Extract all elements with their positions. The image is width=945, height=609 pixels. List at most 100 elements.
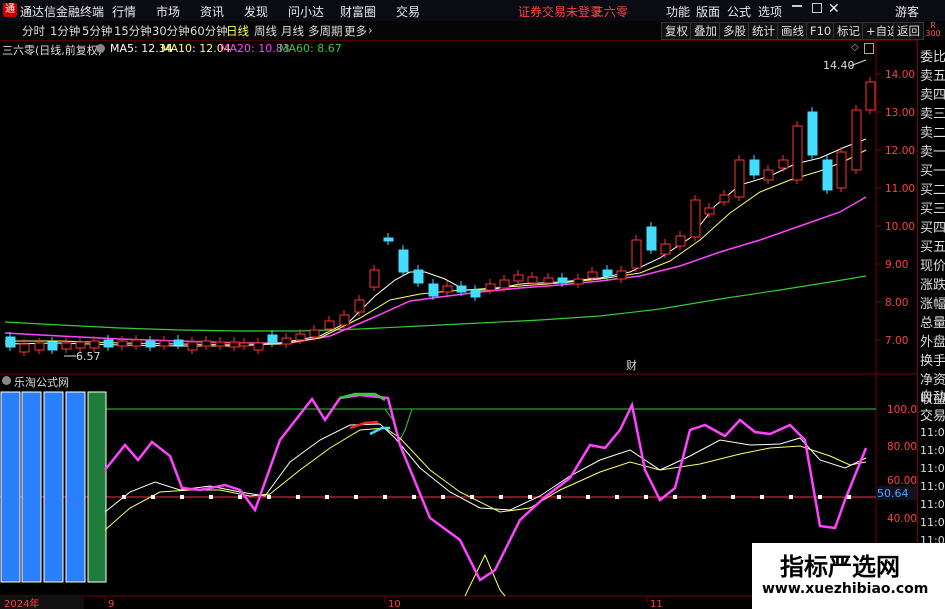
candle-body <box>173 339 184 346</box>
price-tick-label: 9.00 <box>885 259 908 271</box>
candle-body <box>145 340 156 348</box>
chart-title: 三六零(日线,前复权) <box>2 44 103 57</box>
ind-yellow-line <box>104 427 867 531</box>
candlesticks <box>5 77 876 356</box>
period-30min[interactable]: 30分钟 <box>152 23 190 39</box>
indicator-tick-label: 40.00 <box>887 513 917 525</box>
trade-time: 11:07 <box>920 498 945 511</box>
quote-item: 卖三 <box>920 107 945 122</box>
price-tick-label: 11.00 <box>885 183 915 195</box>
btn-tongji[interactable]: 统计 <box>748 22 779 40</box>
quote-item: 买二 <box>920 183 945 198</box>
minimize-icon[interactable] <box>792 5 802 7</box>
indicator-tick-label: 100.0 <box>887 404 917 416</box>
ind-current-value: 50.64 <box>877 487 909 500</box>
menu-banmian[interactable]: 版面 <box>696 3 720 20</box>
menu-hangqing[interactable]: 行情 <box>112 3 136 20</box>
menu-faxian[interactable]: 发现 <box>244 3 268 20</box>
user-guest[interactable]: 游客 <box>895 3 919 20</box>
btn-f10[interactable]: F10 <box>806 22 836 40</box>
candle-body <box>807 111 818 156</box>
trade-time: 11:07 <box>920 480 945 493</box>
menu-zixun[interactable]: 资讯 <box>200 3 224 20</box>
indicator-dot <box>122 495 126 499</box>
high-label: 14.40 <box>823 59 855 72</box>
candle-body <box>704 207 715 215</box>
indicator-dot <box>412 495 416 499</box>
btn-fuquan[interactable]: 复权 <box>661 22 692 40</box>
period-60min[interactable]: 60分钟 <box>190 23 228 39</box>
chart-canvas[interactable]: 14.00 13.00 12.00 11.00 10.00 9.00 8.00 7.00 14… <box>0 40 917 609</box>
indicator-dot <box>325 495 329 499</box>
period-day[interactable]: 日线 <box>226 23 249 39</box>
ma-toggle-icon[interactable] <box>96 44 105 53</box>
x-axis-month-11: 11 <box>650 599 663 609</box>
period-month[interactable]: 月线 <box>281 23 304 39</box>
period-5min[interactable]: 5分钟 <box>82 23 112 39</box>
btn-fanhui[interactable]: 返回 <box>893 22 924 40</box>
menu-gongshi[interactable]: 公式 <box>727 3 751 20</box>
price-tick-label: 12.00 <box>885 145 915 157</box>
menu-shichang[interactable]: 市场 <box>156 3 180 20</box>
menu-gongneng[interactable]: 功能 <box>666 3 690 20</box>
menu-caifuquan[interactable]: 财富圈 <box>340 3 376 20</box>
indicator-dot <box>441 495 445 499</box>
price-axis: 14.00 13.00 12.00 11.00 10.00 9.00 8.00 7.00 <box>876 69 915 347</box>
candle-body <box>5 336 16 348</box>
btn-diejia[interactable]: 叠加 <box>690 22 721 40</box>
indicator-dot <box>557 495 561 499</box>
candle-body <box>117 340 128 347</box>
quote-item: 总量 <box>920 316 945 331</box>
btn-duogu[interactable]: 多股 <box>719 22 750 40</box>
period-week[interactable]: 周线 <box>254 23 277 39</box>
candle-body <box>61 342 72 350</box>
candle-body <box>267 334 278 344</box>
period-fenshi[interactable]: 分时 <box>22 23 45 39</box>
candle-body <box>398 249 409 273</box>
caibao-label: 财 <box>626 358 637 372</box>
menu-wenxiaoda[interactable]: 问小达 <box>288 3 324 20</box>
corner-badge: R 300 <box>924 22 942 38</box>
quote-item: 委比 <box>920 50 945 65</box>
app-name: 通达信金融终端 <box>20 5 105 19</box>
indicator-dot <box>673 495 677 499</box>
low-marker: 6.57 <box>64 350 101 363</box>
quote-item: 买三 <box>920 202 945 217</box>
candle-body <box>19 343 30 353</box>
trade-time: 11:07 <box>920 444 945 457</box>
indicator-dot <box>180 495 184 499</box>
indicator-dot <box>760 495 764 499</box>
btn-biaoji[interactable]: 标记 <box>833 22 864 40</box>
corner-badge-bottom: 300 <box>925 29 941 38</box>
login-status[interactable]: 证券交易未登录 <box>518 3 602 20</box>
indicator-toggle-icon[interactable] <box>2 376 11 385</box>
candle-body <box>295 333 306 341</box>
indicator-dot <box>267 495 271 499</box>
period-toolbar: 分时 1分钟 5分钟 15分钟 30分钟 60分钟 日线 周线 月线 多周期 更… <box>0 21 945 41</box>
panel-toggle-icon[interactable] <box>864 43 874 54</box>
period-15min[interactable]: 15分钟 <box>114 23 152 39</box>
candle-body <box>428 283 439 297</box>
btn-huaxian[interactable]: 画线 <box>777 22 808 40</box>
candle-body <box>543 277 554 284</box>
quote-item: 自动 <box>920 390 945 405</box>
indicator-title: 乐淘公式网 <box>14 376 69 389</box>
ma60-label: MA60: 8.67 <box>279 42 342 55</box>
ma20-line <box>4 196 867 344</box>
period-1min[interactable]: 1分钟 <box>50 23 80 39</box>
period-more[interactable]: 更多 <box>344 23 367 39</box>
indicator-dot <box>789 495 793 499</box>
indicator-dot <box>499 495 503 499</box>
period-multi[interactable]: 多周期 <box>308 23 343 39</box>
price-tick-label: 13.00 <box>885 107 915 119</box>
menu-jiaoyi[interactable]: 交易 <box>396 3 420 20</box>
candle-body <box>573 278 584 285</box>
diamond-icon[interactable]: ◇ <box>851 42 859 53</box>
close-icon[interactable]: ✕ <box>828 1 840 17</box>
indicator-tick-label: 60.00 <box>887 475 917 487</box>
indicator-dot <box>644 495 648 499</box>
stock-name: 三六零 <box>592 5 629 19</box>
more-arrow-icon[interactable]: › <box>368 23 373 37</box>
menu-xuanxiang[interactable]: 选项 <box>758 3 782 20</box>
maximize-icon[interactable] <box>812 3 822 13</box>
